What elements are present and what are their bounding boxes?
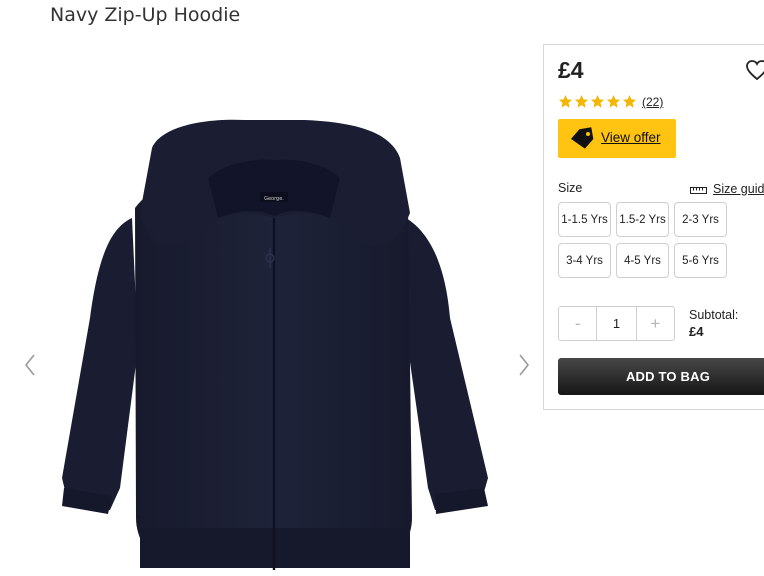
add-to-bag-button[interactable]: ADD TO BAG [558, 358, 764, 395]
size-option[interactable]: 1.5-2 Yrs [616, 202, 669, 237]
size-guide-label: Size guid [713, 182, 764, 196]
brand-label: George. [264, 196, 284, 202]
size-guide-link[interactable]: Size guid [690, 182, 764, 196]
size-label: Size [558, 181, 583, 195]
view-offer-button[interactable]: View offer [558, 119, 676, 158]
heart-icon[interactable] [745, 59, 764, 81]
purchase-panel: £4 (22) View offer Size Size guid 1-1.5 … [543, 44, 764, 410]
increase-quantity-button[interactable]: + [637, 307, 674, 340]
star-icon [606, 94, 621, 108]
size-option[interactable]: 5-6 Yrs [674, 243, 727, 278]
subtotal-value: £4 [689, 324, 704, 339]
size-option[interactable]: 3-4 Yrs [558, 243, 611, 278]
decrease-quantity-button[interactable]: - [559, 307, 596, 340]
ruler-icon [690, 186, 707, 194]
chevron-left-icon[interactable] [22, 352, 38, 378]
view-offer-label: View offer [601, 130, 661, 145]
size-option[interactable]: 2-3 Yrs [674, 202, 727, 237]
quantity-stepper: - 1 + [558, 306, 675, 341]
price: £4 [558, 57, 584, 83]
size-option[interactable]: 1-1.5 Yrs [558, 202, 611, 237]
page-title: Navy Zip-Up Hoodie [50, 4, 241, 26]
size-option[interactable]: 4-5 Yrs [616, 243, 669, 278]
rating-stars [558, 94, 638, 109]
star-icon [622, 94, 637, 108]
chevron-right-icon[interactable] [516, 352, 532, 378]
product-image: George. [62, 119, 488, 570]
price-tag-icon [570, 127, 594, 149]
star-icon [590, 94, 605, 108]
subtotal-label: Subtotal: [689, 308, 739, 322]
review-count-link[interactable]: (22) [642, 95, 663, 109]
star-icon [558, 94, 573, 108]
star-icon [574, 94, 589, 108]
quantity-input[interactable]: 1 [596, 307, 637, 340]
